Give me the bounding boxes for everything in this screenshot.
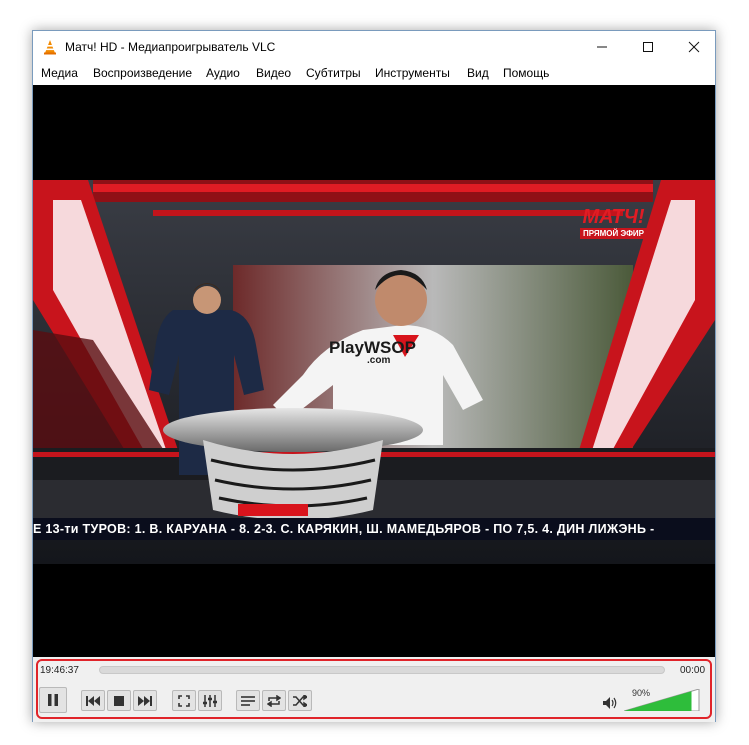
volume-slider[interactable] <box>624 689 700 711</box>
menu-video[interactable]: Видео <box>256 66 291 80</box>
extended-settings-button[interactable] <box>198 690 222 711</box>
playlist-button[interactable] <box>236 690 260 711</box>
fullscreen-icon <box>178 694 190 707</box>
title-bar[interactable]: Матч! HD - Медиапроигрыватель VLC <box>33 31 715 63</box>
menu-help[interactable]: Помощь <box>503 66 549 80</box>
loop-icon <box>267 694 281 707</box>
close-icon <box>688 41 700 53</box>
menu-playback[interactable]: Воспроизведение <box>93 66 192 80</box>
maximize-button[interactable] <box>625 31 671 63</box>
menu-bar: Медиа Воспроизведение Аудио Видео Субтит… <box>33 63 715 85</box>
maximize-icon <box>643 42 653 52</box>
vlc-cone-icon <box>44 40 56 55</box>
next-button[interactable] <box>133 690 157 711</box>
speaker-icon[interactable] <box>603 697 617 709</box>
menu-view[interactable]: Вид <box>467 66 489 80</box>
previous-icon <box>86 695 100 706</box>
elapsed-time: 19:46:37 <box>40 665 79 676</box>
video-frame: PlayWSOP .com МАТЧ! ПРЯМОЙ ЭФИР Е 13-ти Т… <box>33 180 715 564</box>
channel-logo-text: МАТЧ! <box>582 206 645 228</box>
stop-button[interactable] <box>107 690 131 711</box>
stop-icon <box>114 695 124 706</box>
menu-media[interactable]: Медиа <box>41 66 78 80</box>
minimize-icon <box>597 46 607 48</box>
close-button[interactable] <box>671 31 717 63</box>
jersey-sponsor-text: PlayWSOP .com <box>329 338 416 366</box>
seek-bar[interactable] <box>99 666 665 674</box>
control-panel: 19:46:37 00:00 90% <box>33 657 715 722</box>
pause-icon <box>48 694 58 706</box>
pause-button[interactable] <box>39 687 67 713</box>
menu-subtitles[interactable]: Субтитры <box>306 66 361 80</box>
menu-tools[interactable]: Инструменты <box>375 66 450 80</box>
equalizer-sliders-icon <box>203 694 217 707</box>
loop-button[interactable] <box>262 690 286 711</box>
news-ticker: Е 13-ти ТУРОВ: 1. В. КАРУАНА - 8. 2-3. С… <box>33 518 715 540</box>
remaining-time[interactable]: 00:00 <box>680 665 705 676</box>
shuffle-icon <box>293 694 307 707</box>
random-button[interactable] <box>288 690 312 711</box>
menu-audio[interactable]: Аудио <box>206 66 240 80</box>
vlc-window: Матч! HD - Медиапроигрыватель VLC Медиа … <box>32 30 716 722</box>
previous-button[interactable] <box>81 690 105 711</box>
fullscreen-button[interactable] <box>172 690 196 711</box>
minimize-button[interactable] <box>579 31 625 63</box>
next-icon <box>138 695 152 706</box>
video-area[interactable]: PlayWSOP .com МАТЧ! ПРЯМОЙ ЭФИР Е 13-ти Т… <box>33 85 715 657</box>
playlist-icon <box>241 695 255 706</box>
channel-logo: МАТЧ! ПРЯМОЙ ЭФИР <box>580 206 647 239</box>
window-title: Матч! HD - Медиапроигрыватель VLC <box>65 40 276 54</box>
live-badge: ПРЯМОЙ ЭФИР <box>580 228 647 239</box>
